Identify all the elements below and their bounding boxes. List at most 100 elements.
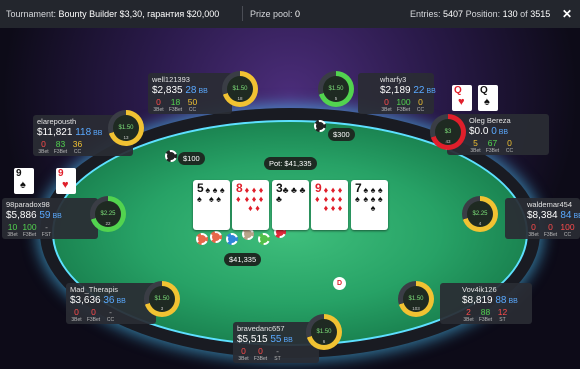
hud-stat-value: 67 [487,138,498,148]
player-seat[interactable]: Vov4ik126 $8,819 88 BB 2 3Bet 88 F3Bet 12 ST [440,283,532,324]
card-pips: ♦ ♦ ♦ ♦ ♦ ♦ ♦ ♦ ♦ [323,185,343,213]
hud-stat: 100 F3Bet [21,223,38,239]
hud-stat: 100 CC [559,223,576,239]
hud-stat: 0 3Bet [150,97,167,114]
hud-stat: 0 3Bet [35,139,52,156]
player-card: 9 ♠ [14,168,34,194]
hud-stat-label: 3Bet [7,232,18,238]
hud-stat: - FST [38,223,55,239]
player-stack: $5,515 55 BB [237,334,293,345]
hud-stat: 0 3Bet [525,222,542,239]
hud-stat-label: F3Bet [396,107,411,113]
hud-stat-label: F3Bet [86,317,101,323]
stack-bb: 55 [270,334,282,345]
hud-stat-value: 2 [466,307,471,317]
hud-stats: 0 3Bet 0 F3Bet 100 CC [525,222,576,239]
player-stack: $8,384 84 BB [527,210,580,221]
card-suit-icon: ♠ [355,194,360,204]
player-name: elarepousth [37,117,77,126]
card-pips: ♠ ♠ ♠ ♠ ♠ ♠ ♠ [363,185,383,213]
hud-stat: 0 3Bet [68,308,85,324]
hud-stat-value: 0 [507,138,512,148]
hud-stat: 100 F3Bet [395,97,412,114]
player-timer-ring: $1.50 3 [144,281,180,317]
hud-stat-value: 0 [241,346,246,356]
player-name: wharfy3 [380,75,407,84]
hud-stat-value: 5 [473,138,478,148]
hero-card: Q ♥ [452,85,472,111]
hud-stat: 36 CC [69,140,86,156]
player-name: Vov4ik126 [462,285,497,294]
player-seat[interactable]: Mad_Therapis $3,636 36 BB 0 3Bet 0 F3Bet - CC [66,283,156,324]
tournament-label: Tournament: [6,9,57,19]
stack-bb-unit: BB [196,88,208,95]
hero-card: Q ♠ [478,85,498,111]
pot-chip-icon [196,233,208,245]
card-rank: Q [480,85,488,96]
board-card: 3 ♣ ♣ ♣ ♣ [272,180,309,230]
top-bar: Tournament: Bounty Builder $3,30, гарант… [0,0,580,28]
player-name: well121393 [152,75,190,84]
player-seat[interactable]: waldemar454$8,384 84 BB03Bet0F3Bet100CC [505,198,580,239]
hud-stat-label: F3Bet [168,107,183,113]
hud-stat-value: 0 [258,346,263,356]
player-timer-ring: $3 43 [430,114,466,150]
player-seat[interactable]: 98paradox98 $5,886 59 BB 10 3Bet 100 F3Bet - FS… [2,198,98,239]
hud-stat-label: ST [499,317,506,323]
stack-amount: $11,821 [37,127,76,138]
board-card: 5 ♠ ♠ ♠ ♠ ♠ ♠ [193,180,230,230]
board-card: 8 ♦ ♦ ♦ ♦ ♦ ♦ ♦ ♦ ♦ [232,180,269,230]
prize-pool-value: 0 [295,9,301,19]
tournament-name: Bounty Builder $3,30, гарантия $20,000 [58,9,220,19]
stack-amount: $3,636 [70,295,104,306]
hud-stat-label: 3Bet [463,317,474,323]
stack-bb-unit: BB [114,298,126,305]
hud-stat-value: 0 [531,222,536,232]
hud-stat: 83 F3Bet [52,139,69,156]
hud-stat-label: F3Bet [253,356,268,362]
stack-bb: 36 [103,295,115,306]
hud-stat-label: 3Bet [381,107,392,113]
hud-stat: 88 F3Bet [477,308,494,324]
hud-stat-value: 83 [55,139,66,149]
bet-chip-icon [314,120,326,132]
hud-stats: 2 3Bet 88 F3Bet 12 ST [460,307,511,324]
hud-stats: 10 3Bet 100 F3Bet - FST [4,223,55,239]
board-card: 7 ♠ ♠ ♠ ♠ ♠ ♠ ♠ ♠ [351,180,388,230]
hud-stat: 67 F3Bet [484,138,501,155]
hud-stat-label: F3Bet [478,317,493,323]
ring-count: 13 [123,135,129,140]
hud-stat-value: 100 [396,97,411,107]
card-suit-icon: ♣ [276,194,282,204]
hud-stat-value: 0 [156,97,161,107]
stack-amount: $2,189 [380,85,414,96]
hud-stat: 0 CC [412,98,429,114]
hud-stats: 5 3Bet 67 F3Bet 0 CC [467,138,518,155]
hud-stats: 0 3Bet 100 F3Bet 0 CC [378,97,429,114]
stack-bb-unit: BB [573,213,580,220]
player-timer-ring: $1.50 13 [108,110,144,146]
hud-stat: - CC [102,308,119,324]
hud-stat-label: CC [505,148,514,154]
hud-stat-value: 0 [41,139,46,149]
player-seat[interactable]: wharfy3 $2,189 22 BB 0 3Bet 100 F3Bet 0 CC [358,73,436,114]
stack-bb: 28 [185,85,197,96]
card-rank: 9 [58,168,64,179]
ring-count: 3 [160,306,164,311]
hud-stats: 0 3Bet 18 F3Bet 50 CC [150,97,201,114]
hud-stat: 0 3Bet [378,98,395,114]
hud-stat: 0 3Bet [235,346,252,363]
hud-stat-label: 3Bet [238,356,249,362]
hud-stat-value: 0 [91,307,96,317]
hud-stat-value: 12 [497,307,508,317]
poker-table-scene: Pot: $41,335 $41,335 $300 $100 D 5 ♠ ♠ ♠ ♠… [0,28,580,369]
player-timer-ring: $1.50 6 [306,314,342,350]
pot-chip-icon [226,233,238,245]
player-seat[interactable]: well121393 $2,835 28 BB 0 3Bet 18 F3Bet 50 CC [148,73,232,114]
player-name: waldemar454 [527,200,573,209]
hud-stat-label: FST [41,232,52,238]
board-card: 9 ♦ ♦ ♦ ♦ ♦ ♦ ♦ ♦ ♦ ♦ [311,180,348,230]
hud-stat-label: CC [188,107,197,113]
close-icon[interactable]: ✕ [562,7,572,21]
hud-stat: - ST [269,347,286,363]
